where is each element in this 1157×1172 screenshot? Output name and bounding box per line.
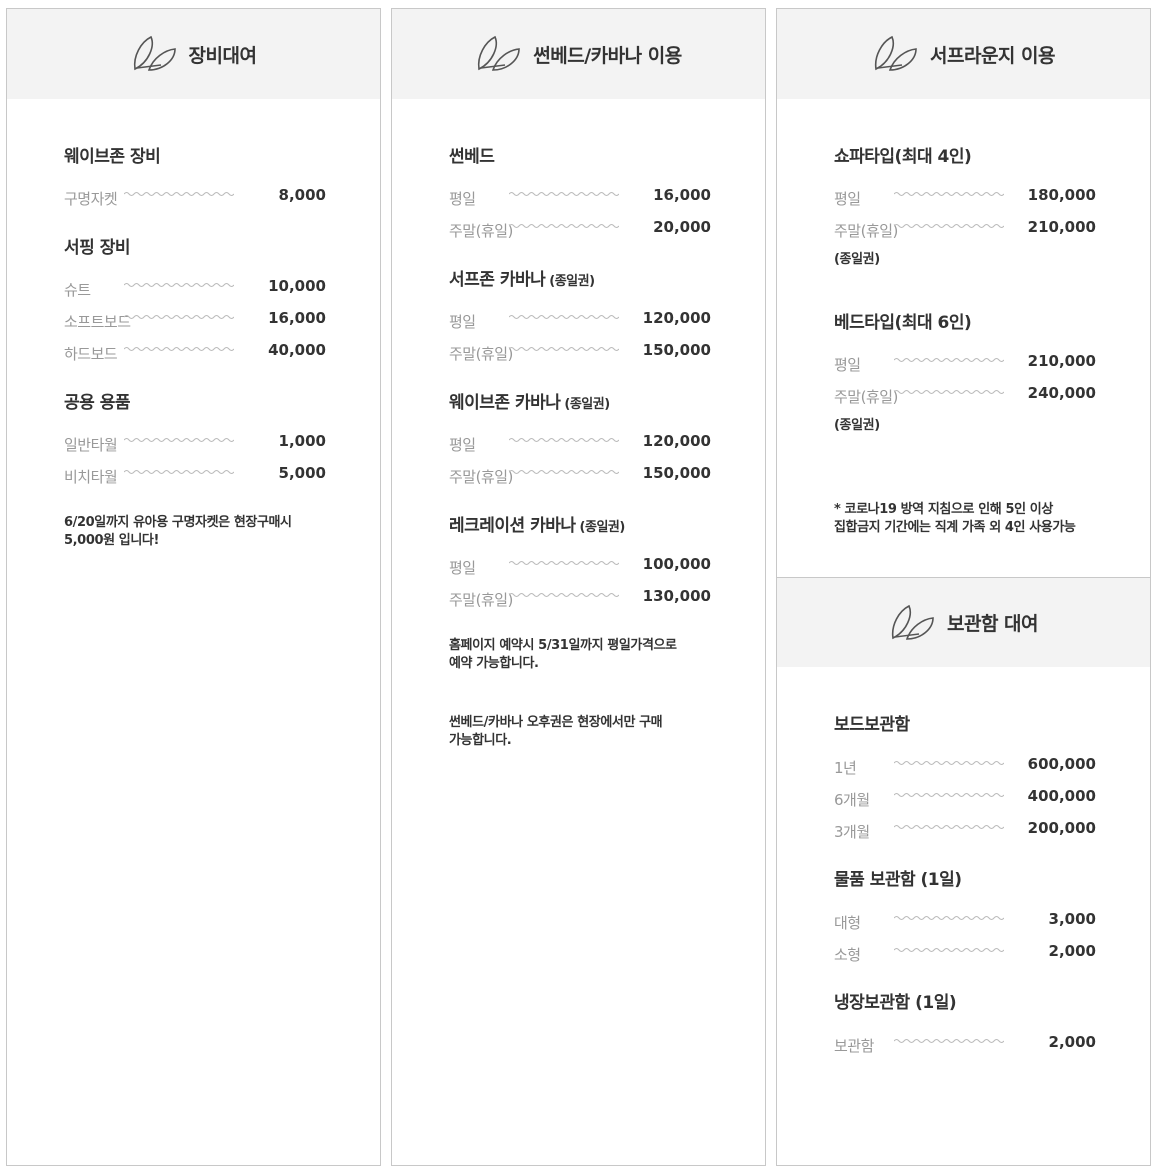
section-title: 냉장보관함 (1일) [834,993,957,1013]
price-row: 주말(휴일) 20,000 [449,218,711,240]
rental-panel: 장비대여 웨이브존 장비 구명자켓 8,000 서핑 장비 슈트 10,000 … [6,8,381,1166]
section-title: 서핑 장비 [64,238,130,258]
price-row: 소프트보드 16,000 [64,309,326,331]
price-row: 평일 16,000 [449,186,711,208]
wave-line [124,344,234,354]
price-row: 보관함 2,000 [834,1033,1096,1055]
section-title: 서프존 카바나 (종일권) [449,270,595,290]
wave-line [124,435,234,445]
wave-line [509,312,619,322]
price-row: 슈트 10,000 [64,277,326,299]
price-row: 1년 600,000 [834,755,1096,777]
price-row: 주말(휴일) 150,000 [449,341,711,363]
price-row: 하드보드 40,000 [64,341,326,363]
price-row: 주말(휴일) 130,000 [449,587,711,609]
price-row: 평일 120,000 [449,309,711,331]
section-title: 물품 보관함 (1일) [834,870,962,890]
wave-line [124,467,234,477]
wave-line [124,189,234,199]
price-row: 일반타월 1,000 [64,432,326,454]
price-row: 구명자켓 8,000 [64,186,326,208]
wave-line [124,312,234,322]
wave-line [509,435,619,445]
wave-line [509,221,619,231]
price-row: 평일 100,000 [449,555,711,577]
wave-line [509,558,619,568]
section-title: 레크레이션 카바나 (종일권) [449,516,625,536]
price-row: 주말(휴일) 150,000 [449,464,711,486]
section-title: 공용 용품 [64,393,130,413]
price-row: 소형 2,000 [834,942,1096,964]
wave-line [894,1036,1004,1046]
wave-line [894,822,1004,832]
sunbed-panel: 썬베드/카바나 이용 썬베드 평일 16,000 주말(휴일) 20,000 서… [391,8,766,1166]
sunbed-note-reservation: 홈페이지 예약시 5/31일까지 평일가격으로 예약 가능합니다. [449,638,677,671]
wave-line [124,280,234,290]
wave-line [509,590,619,600]
sunbed-note-afternoon: 썬베드/카바나 오후권은 현장에서만 구매 가능합니다. [449,715,663,748]
section-title: 웨이브존 장비 [64,147,161,167]
price-row: 6개월 400,000 [834,787,1096,809]
price-row: 3개월 200,000 [834,819,1096,841]
lounge-panel: 서프라운지 이용 쇼파타입(최대 4인) 평일 180,000 주말(휴일) 2… [776,8,1151,1166]
section-title: 웨이브존 카바나 (종일권) [449,393,610,413]
price-row: 평일 120,000 [449,432,711,454]
section-title: 보드보관함 [834,715,910,735]
section-title: 썬베드 [449,147,495,167]
price-row: 대형 3,000 [834,910,1096,932]
price-row: 비치타월 5,000 [64,464,326,486]
wave-line [894,758,1004,768]
wave-line [894,945,1004,955]
wave-line [509,467,619,477]
wave-line [509,344,619,354]
wave-line [509,189,619,199]
wave-line [894,913,1004,923]
wave-line [894,790,1004,800]
rental-note: 6/20일까지 유아용 구명자켓은 현장구매시 5,000원 입니다! [64,515,292,548]
